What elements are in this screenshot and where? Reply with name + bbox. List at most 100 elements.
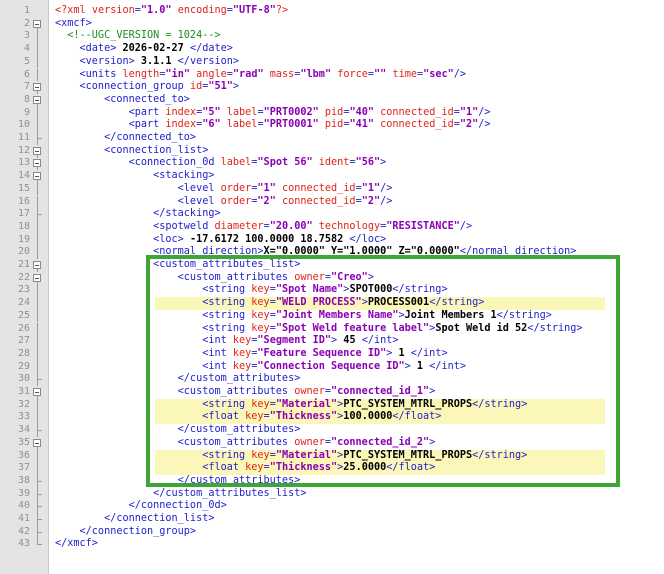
token-tag: </connection_group> — [55, 525, 197, 537]
code-line[interactable]: 8 <connected_to> — [0, 94, 664, 107]
code-line[interactable]: 19 <loc> -17.6172 100.0000 18.7582 </loc… — [0, 233, 664, 247]
token-attr: mass — [263, 68, 295, 80]
code-text[interactable]: </connection_group> — [55, 525, 197, 539]
code-text[interactable]: <stacking> — [55, 170, 214, 183]
code-text[interactable]: </stacking> — [55, 208, 220, 221]
line-number: 15 — [17, 182, 30, 194]
token-attr: connected_id — [374, 119, 454, 131]
code-text[interactable]: <level order="2" connected_id="2"/> — [55, 195, 393, 209]
code-line[interactable]: 13 <connection_0d label="Spot 56" ident=… — [0, 157, 664, 171]
fold-end-marker — [33, 132, 42, 145]
fold-collapse-icon[interactable] — [33, 94, 42, 107]
token-tag: <stacking> — [55, 170, 215, 182]
line-number: 7 — [23, 81, 30, 93]
line-number: 25 — [17, 309, 30, 321]
line-number: 24 — [17, 297, 30, 309]
code-line[interactable]: 11 </connected_to> — [0, 132, 664, 145]
fold-collapse-icon[interactable] — [33, 145, 42, 158]
code-text[interactable]: <part index="5" label="PRT0002" pid="40"… — [55, 107, 491, 120]
fold-guide-line — [33, 233, 42, 247]
code-line[interactable]: 9 <part index="5" label="PRT0002" pid="4… — [0, 106, 664, 120]
code-line[interactable]: 17 </stacking> — [0, 208, 664, 222]
token-tag: </date> — [189, 43, 233, 55]
token-tag: <version> — [55, 55, 135, 67]
code-line[interactable]: 16 <level order="2" connected_id="2"/> — [0, 195, 664, 209]
code-text[interactable]: <date> 2026-02-27 </date> — [55, 43, 233, 56]
line-number: 11 — [17, 132, 30, 143]
code-text[interactable]: <connection_0d label="Spot 56" ident="56… — [55, 157, 387, 170]
token-attr: diameter — [214, 220, 264, 232]
code-line[interactable]: 40 </connection_0d> — [0, 500, 664, 514]
token-tag: /> — [478, 106, 491, 118]
code-text[interactable]: </connection_list> — [55, 513, 214, 526]
fold-guide-line — [33, 284, 42, 298]
code-line[interactable]: 43 </xmcf> — [0, 538, 664, 551]
fold-guide-line — [33, 449, 42, 463]
code-text[interactable]: <loc> -17.6172 100.0000 18.7582 </loc> — [55, 234, 386, 247]
code-line[interactable]: 10 <part index="6" label="PRT0001" pid="… — [0, 119, 664, 132]
code-line[interactable]: 42 </connection_group> — [0, 525, 664, 539]
line-number: 32 — [17, 398, 30, 410]
fold-end-marker — [33, 373, 42, 387]
token-tag: <part — [55, 106, 166, 118]
code-line[interactable]: 5 <version> 3.1.1 </version> — [0, 55, 664, 69]
line-number: 16 — [17, 195, 30, 207]
code-line[interactable]: 12 <connection_list> — [0, 145, 664, 158]
fold-guide-line — [33, 195, 42, 209]
code-text[interactable]: <connected_to> — [55, 94, 190, 107]
token-attr: label — [220, 119, 258, 131]
fold-collapse-icon[interactable] — [33, 272, 42, 285]
code-text[interactable]: <?xml version="1.0" encoding="UTF-8"?> — [55, 5, 288, 18]
code-line[interactable]: 4 <date> 2026-02-27 </date> — [0, 43, 664, 56]
token-tag: </version> — [177, 55, 240, 67]
line-number: 42 — [17, 525, 30, 537]
line-number: 29 — [17, 360, 30, 372]
fold-collapse-icon[interactable] — [33, 437, 42, 450]
code-text[interactable]: </connected_to> — [55, 132, 196, 145]
code-text[interactable]: <level order="1" connected_id="1"/> — [55, 183, 393, 196]
code-text[interactable]: <connection_group id="51"> — [55, 81, 240, 94]
code-line[interactable]: 41 </connection_list> — [0, 513, 664, 526]
fold-collapse-icon[interactable] — [33, 170, 42, 184]
code-line[interactable]: 39 </custom_attributes_list> — [0, 487, 664, 501]
fold-end-marker — [33, 538, 42, 551]
code-line[interactable]: 3 <!--UGC_VERSION = 1024--> — [0, 30, 664, 44]
fold-guide-line — [33, 322, 42, 336]
code-line[interactable]: 15 <level order="1" connected_id="1"/> — [0, 182, 664, 196]
code-line[interactable]: 1 <?xml version="1.0" encoding="UTF-8"?> — [0, 5, 664, 18]
code-text[interactable]: <spotweld diameter="20.00" technology="R… — [55, 221, 472, 234]
token-tag: <part — [55, 119, 166, 131]
code-line[interactable]: 2 <xmcf> — [0, 18, 664, 31]
code-text[interactable]: <version> 3.1.1 </version> — [55, 56, 239, 69]
code-text[interactable]: <part index="6" label="PRT0001" pid="41"… — [55, 119, 491, 132]
xml-editor[interactable]: 1 <?xml version="1.0" encoding="UTF-8"?> 2… — [0, 0, 664, 574]
code-line[interactable]: 18 <spotweld diameter="20.00" technology… — [0, 220, 664, 234]
code-line[interactable]: 6 <units length="in" angle="rad" mass="l… — [0, 68, 664, 82]
code-line[interactable]: 14 <stacking> — [0, 170, 664, 184]
line-number: 38 — [17, 474, 30, 486]
token-val: "Spot 56" — [257, 157, 313, 169]
line-number: 17 — [17, 208, 30, 220]
token-tag: <date> — [55, 43, 117, 55]
fold-collapse-icon[interactable] — [33, 259, 42, 272]
fold-collapse-icon[interactable] — [33, 386, 42, 399]
code-text[interactable]: <!--UGC_VERSION = 1024--> — [55, 30, 221, 43]
code-text[interactable]: </connection_0d> — [55, 500, 227, 513]
code-text[interactable]: <connection_list> — [55, 145, 208, 158]
token-com: <!--UGC_VERSION = 1024--> — [55, 30, 221, 42]
code-text[interactable]: </xmcf> — [55, 538, 98, 551]
fold-collapse-icon[interactable] — [33, 157, 42, 171]
code-text[interactable]: <units length="in" angle="rad" mass="lbm… — [55, 68, 467, 82]
fold-guide-line — [33, 360, 42, 374]
token-val: "2" — [361, 195, 381, 207]
code-text[interactable]: </custom_attributes_list> — [55, 488, 306, 501]
line-number: 27 — [17, 335, 30, 347]
code-line[interactable]: 7 <connection_group id="51"> — [0, 81, 664, 95]
line-number: 3 — [23, 30, 30, 42]
code-text[interactable]: <xmcf> — [55, 18, 92, 31]
fold-guide-line — [33, 220, 42, 234]
fold-collapse-icon[interactable] — [33, 81, 42, 95]
fold-collapse-icon[interactable] — [33, 18, 42, 31]
line-number: 36 — [17, 449, 30, 461]
token-tag: /> — [478, 119, 491, 131]
